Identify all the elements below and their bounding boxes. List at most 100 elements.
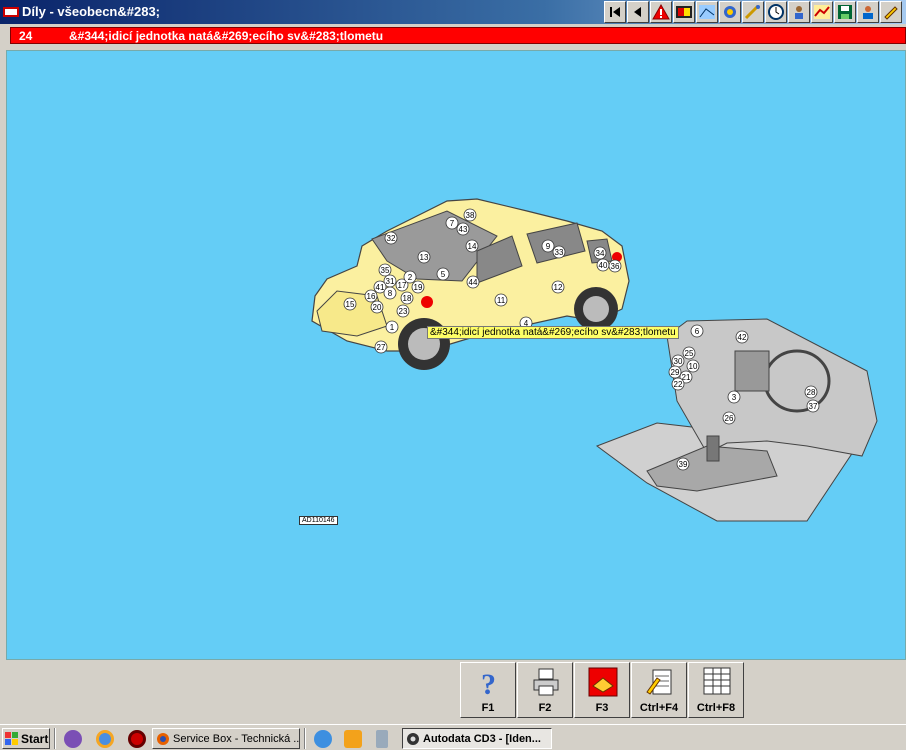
svg-text:36: 36: [611, 262, 620, 271]
svg-text:27: 27: [377, 343, 386, 352]
car-callout-13[interactable]: 13: [417, 250, 431, 264]
dash-callout-3[interactable]: 3: [727, 390, 741, 404]
task-autodata[interactable]: Autodata CD3 - [Iden...: [402, 728, 552, 749]
prev-icon[interactable]: [627, 1, 649, 23]
dash-callout-42[interactable]: 42: [735, 330, 749, 344]
dash-callout-25[interactable]: 25: [682, 346, 696, 360]
car-callout-16[interactable]: 16: [364, 289, 378, 303]
start-button[interactable]: Start: [2, 728, 50, 749]
svg-text:9: 9: [546, 242, 551, 251]
autodata-icon: [407, 733, 419, 745]
car-callout-44[interactable]: 44: [466, 275, 480, 289]
dash-callout-39[interactable]: 39: [676, 457, 690, 471]
dashboard-illustration: [595, 318, 878, 522]
car-callout-1[interactable]: 1: [385, 320, 399, 334]
reference-label: AD110146: [299, 516, 338, 525]
car-callout-23[interactable]: 23: [396, 304, 410, 318]
svg-text:28: 28: [807, 388, 816, 397]
car-callout-12[interactable]: 12: [551, 280, 565, 294]
list-icon: [703, 667, 731, 695]
media-player-icon[interactable]: [344, 730, 362, 748]
component-button[interactable]: F3: [574, 662, 630, 718]
car-callout-5[interactable]: 5: [436, 267, 450, 281]
windows-logo-icon: [5, 731, 18, 745]
svg-text:6: 6: [695, 327, 700, 336]
svg-text:8: 8: [388, 289, 393, 298]
dash-callout-29[interactable]: 29: [668, 365, 682, 379]
print-button-label: F2: [538, 702, 552, 714]
car-callout-36[interactable]: 36: [608, 259, 622, 273]
list-button-label: Ctrl+F8: [696, 702, 736, 714]
gear-icon[interactable]: [719, 1, 741, 23]
chrome-icon[interactable]: [96, 730, 114, 748]
viber-icon[interactable]: [64, 730, 82, 748]
diagram-icon[interactable]: [696, 1, 718, 23]
clock-icon[interactable]: [765, 1, 787, 23]
dash-callout-6[interactable]: 6: [690, 324, 704, 338]
print-button[interactable]: F2: [517, 662, 573, 718]
help-icon: ?: [481, 668, 496, 698]
dash-callout-30[interactable]: 30: [671, 354, 685, 368]
start-label: Start: [21, 731, 49, 746]
list-button[interactable]: Ctrl+F8: [688, 662, 744, 718]
dash-callout-26[interactable]: 26: [722, 411, 736, 425]
title-bar: Díly - všeobecn&#283;: [0, 0, 906, 24]
car-callout-38[interactable]: 38: [463, 208, 477, 222]
tools-icon[interactable]: [742, 1, 764, 23]
ie-icon[interactable]: [314, 730, 332, 748]
person-icon[interactable]: [788, 1, 810, 23]
svg-text:29: 29: [671, 368, 680, 377]
car-callout-20[interactable]: 20: [370, 300, 384, 314]
diagram-canvas[interactable]: 38 7 43 32 14 9 33 34 40 36 13 35 5 44 31 41 17 19 16 8 18 2 1…: [6, 50, 906, 660]
print-icon: [533, 668, 559, 696]
dash-callout-37[interactable]: 37: [806, 399, 820, 413]
car-callout-7[interactable]: 7: [445, 216, 459, 230]
svg-text:33: 33: [555, 248, 564, 257]
notes-button-label: Ctrl+F4: [639, 702, 679, 714]
first-icon[interactable]: [604, 1, 626, 23]
svg-text:30: 30: [674, 357, 683, 366]
svg-text:19: 19: [414, 283, 423, 292]
task-service-box[interactable]: Service Box - Technická ...: [152, 728, 300, 749]
help-person-icon[interactable]: [857, 1, 879, 23]
car-callout-2[interactable]: 2: [403, 270, 417, 284]
svg-text:34: 34: [596, 249, 605, 258]
svg-text:3: 3: [732, 393, 737, 402]
document-icon[interactable]: [376, 730, 388, 748]
car-callout-11[interactable]: 11: [494, 293, 508, 307]
car-callout-14[interactable]: 14: [465, 239, 479, 253]
car-callout-40[interactable]: 40: [596, 258, 610, 272]
save-icon[interactable]: [834, 1, 856, 23]
car-callout-19[interactable]: 19: [411, 280, 425, 294]
flag-icon[interactable]: [673, 1, 695, 23]
svg-text:40: 40: [599, 261, 608, 270]
component-title: &#344;idicí jednotka natá&#269;ecího sv&…: [69, 29, 384, 43]
car-callout-34[interactable]: 34: [593, 246, 607, 260]
help-button[interactable]: ? F1: [460, 662, 516, 718]
dash-callout-28[interactable]: 28: [804, 385, 818, 399]
svg-text:11: 11: [497, 296, 506, 305]
svg-text:43: 43: [459, 225, 468, 234]
car-callout-43[interactable]: 43: [456, 222, 470, 236]
dash-callout-10[interactable]: 10: [686, 359, 700, 373]
svg-text:41: 41: [376, 283, 385, 292]
edit-icon[interactable]: [880, 1, 902, 23]
car-callout-33[interactable]: 33: [552, 245, 566, 259]
warning-icon[interactable]: [650, 1, 672, 23]
opera-icon[interactable]: [128, 730, 146, 748]
car-callout-32[interactable]: 32: [384, 231, 398, 245]
component-icon: [588, 667, 618, 697]
car-callout-8[interactable]: 8: [383, 286, 397, 300]
car-callout-9[interactable]: 9: [541, 239, 555, 253]
chart-icon[interactable]: [811, 1, 833, 23]
dash-callout-22[interactable]: 22: [671, 377, 685, 391]
car-callout-15[interactable]: 15: [343, 297, 357, 311]
car-callout-27[interactable]: 27: [374, 340, 388, 354]
svg-text:22: 22: [674, 380, 683, 389]
notes-button[interactable]: Ctrl+F4: [631, 662, 687, 718]
car-callout-35[interactable]: 35: [378, 263, 392, 277]
svg-text:44: 44: [469, 278, 478, 287]
svg-text:13: 13: [420, 253, 429, 262]
car-callout-18[interactable]: 18: [400, 291, 414, 305]
taskbar-separator: [54, 728, 56, 749]
